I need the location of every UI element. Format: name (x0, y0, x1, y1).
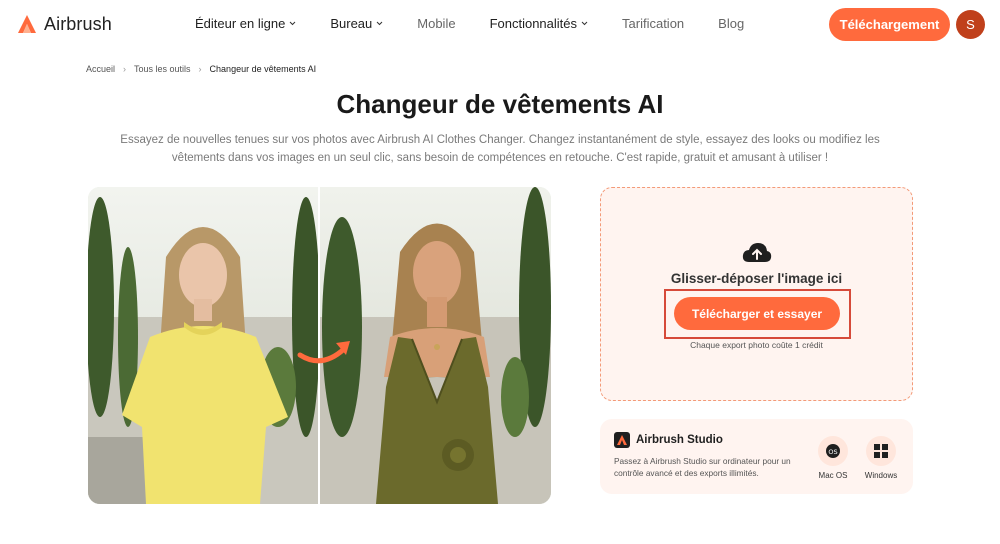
airbrush-logo-icon (18, 15, 36, 33)
macos-download[interactable]: OS Mac OS (813, 436, 853, 480)
download-button[interactable]: Téléchargement (829, 8, 950, 41)
menu-item-mobile[interactable]: Mobile (417, 16, 455, 31)
chevron-down-icon (581, 21, 588, 26)
menu-item-label: Tarification (622, 16, 685, 31)
brand-name: Airbrush (44, 13, 112, 34)
menu-item-label: Bureau (330, 16, 373, 31)
breadcrumb-separator-icon: › (198, 64, 202, 74)
airbrush-logo[interactable]: Airbrush (16, 13, 112, 35)
studio-title: Airbrush Studio (636, 434, 723, 446)
studio-description: Passez à Airbrush Studio sur ordinateur … (614, 456, 791, 478)
menu-item-features[interactable]: Fonctionnalités (490, 16, 588, 31)
upload-dropzone[interactable]: Glisser-déposer l'image ici Télécharger … (600, 187, 913, 401)
menu-item-pricing[interactable]: Tarification (622, 16, 684, 31)
menu-item-label: Éditeur en ligne (195, 16, 286, 31)
breadcrumb-current: Changeur de vêtements AI (209, 64, 317, 74)
studio-header: Airbrush Studio (614, 432, 723, 448)
cloud-upload-icon (742, 243, 772, 262)
chevron-down-icon (376, 21, 383, 26)
macos-icon: OS (818, 436, 848, 466)
top-nav: Airbrush Éditeur en ligne Bureau Mobile … (0, 0, 1000, 50)
macos-label: Mac OS (818, 471, 848, 480)
windows-icon (866, 436, 896, 466)
menu-item-editor[interactable]: Éditeur en ligne (195, 16, 296, 31)
menu-item-blog[interactable]: Blog (718, 16, 744, 31)
studio-card: Airbrush Studio Passez à Airbrush Studio… (600, 419, 913, 494)
svg-text:OS: OS (828, 448, 837, 456)
menu-item-label: Fonctionnalités (489, 16, 578, 31)
before-image (88, 187, 318, 504)
user-avatar[interactable]: S (956, 10, 985, 39)
menu-item-label: Mobile (417, 16, 456, 31)
breadcrumb-separator-icon: › (123, 64, 127, 74)
airbrush-studio-icon (614, 432, 630, 448)
windows-download[interactable]: Windows (861, 436, 901, 480)
page-subtitle: Essayez de nouvelles tenues sur vos phot… (120, 134, 880, 164)
credit-note: Chaque export photo coûte 1 crédit (690, 340, 823, 350)
menu-item-label: Blog (718, 16, 745, 31)
breadcrumb-home[interactable]: Accueil (86, 64, 115, 74)
page-title: Changeur de vêtements AI (336, 89, 664, 119)
chevron-down-icon (289, 21, 296, 26)
breadcrumb: Accueil › Tous les outils › Changeur de … (86, 64, 316, 74)
breadcrumb-all-tools[interactable]: Tous les outils (134, 64, 191, 74)
drop-text: Glisser-déposer l'image ici (670, 271, 843, 286)
before-after-image (88, 187, 551, 504)
main-menu: Éditeur en ligne Bureau Mobile Fonctionn… (195, 16, 744, 31)
menu-item-desktop[interactable]: Bureau (330, 16, 383, 31)
curved-arrow-icon (297, 341, 350, 364)
upload-and-try-button[interactable]: Télécharger et essayer (674, 297, 840, 330)
windows-label: Windows (864, 471, 898, 480)
